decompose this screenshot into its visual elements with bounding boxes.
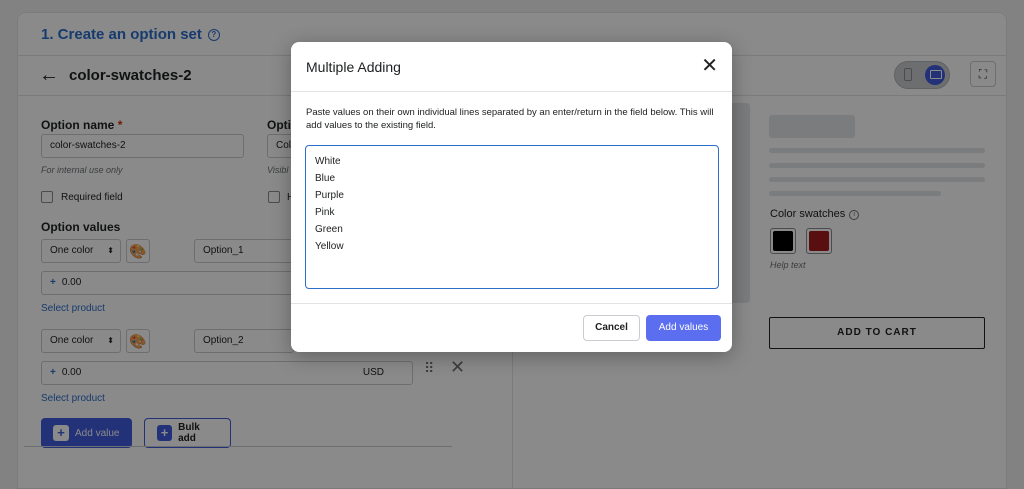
close-icon[interactable]: ✕: [701, 54, 718, 78]
multiple-adding-modal: Multiple Adding ✕ Paste values on their …: [291, 42, 732, 352]
value-line: Green: [315, 224, 343, 235]
cancel-button[interactable]: Cancel: [583, 315, 640, 341]
value-line: Purple: [315, 190, 344, 201]
values-textarea[interactable]: White Blue Purple Pink Green Yellow: [305, 145, 719, 289]
value-line: Blue: [315, 173, 336, 184]
value-line: White: [315, 156, 341, 167]
modal-description: Paste values on their own individual lin…: [306, 107, 714, 131]
value-line: Yellow: [315, 241, 344, 252]
value-line: Pink: [315, 207, 335, 218]
add-values-button[interactable]: Add values: [646, 315, 721, 341]
modal-header-divider: [291, 91, 732, 92]
modal-footer-divider: [291, 303, 732, 304]
modal-title: Multiple Adding: [306, 59, 401, 75]
